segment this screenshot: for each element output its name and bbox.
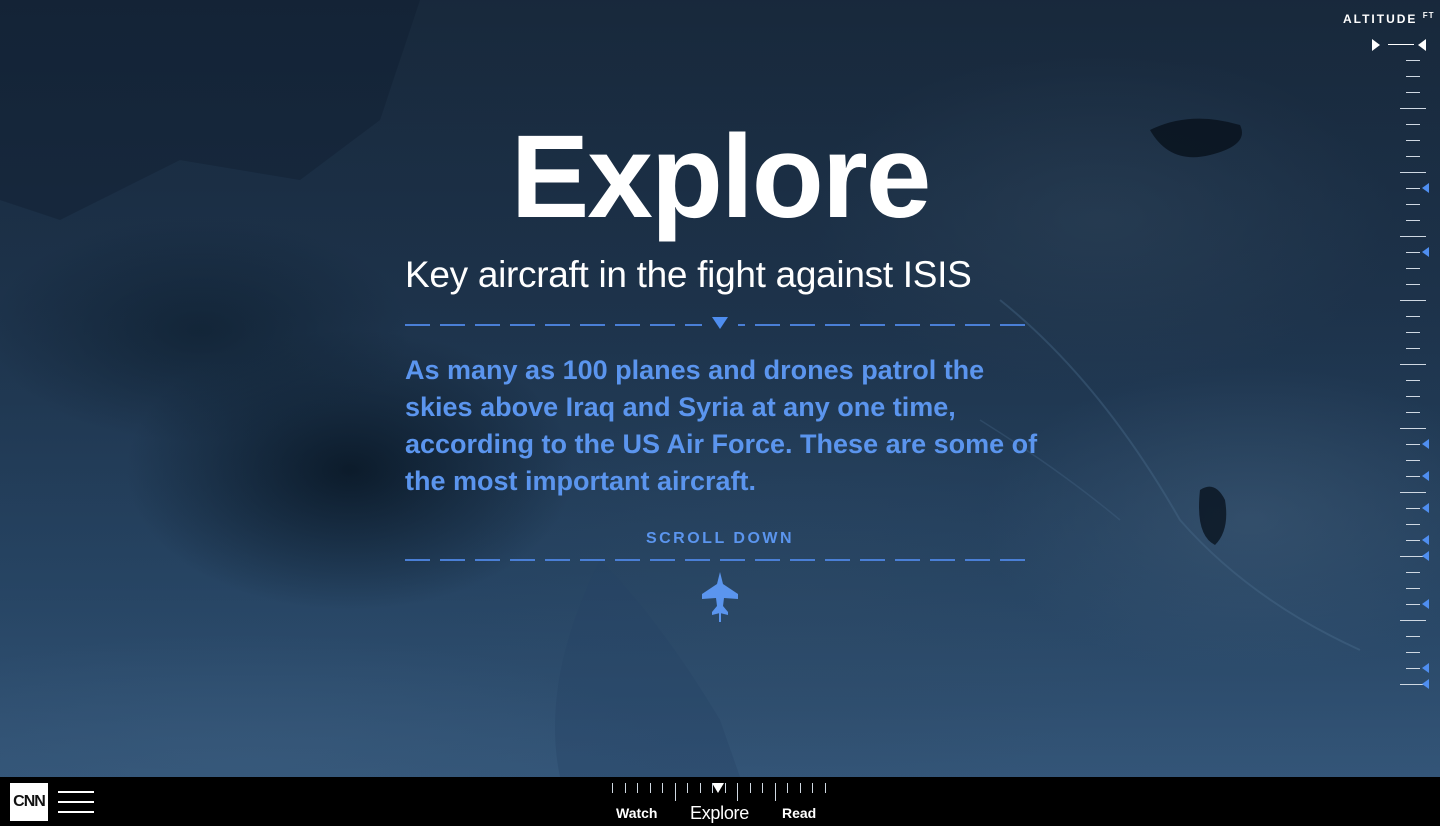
altitude-tick xyxy=(1406,220,1420,221)
altitude-tick xyxy=(1406,396,1420,397)
intro-text: As many as 100 planes and drones patrol … xyxy=(405,355,1038,496)
scrubber-tick xyxy=(712,783,713,793)
scrubber-tick xyxy=(649,783,651,793)
altitude-tick xyxy=(1406,508,1420,509)
altitude-marker-icon[interactable] xyxy=(1422,247,1429,257)
altitude-tick xyxy=(1406,188,1420,189)
altitude-tick xyxy=(1406,316,1420,317)
scrubber-tick xyxy=(699,783,701,793)
divider-bottom xyxy=(405,553,1027,567)
scrubber-tick xyxy=(624,783,626,793)
altitude-marker-icon[interactable] xyxy=(1422,183,1429,193)
altitude-tick xyxy=(1400,364,1426,365)
altitude-tick xyxy=(1400,172,1426,173)
altitude-marker-icon[interactable] xyxy=(1422,679,1429,689)
nav-explore[interactable]: Explore xyxy=(690,803,749,824)
altitude-tick xyxy=(1400,300,1426,301)
altitude-marker-icon[interactable] xyxy=(1422,535,1429,545)
altitude-tick xyxy=(1406,252,1420,253)
altitude-tick xyxy=(1400,620,1426,621)
altitude-marker-icon[interactable] xyxy=(1422,439,1429,449)
scrubber-tick xyxy=(724,783,726,793)
altitude-tick xyxy=(1406,332,1420,333)
altitude-tick xyxy=(1406,60,1420,61)
altitude-scale[interactable] xyxy=(1360,36,1440,689)
altitude-tick xyxy=(1406,604,1420,605)
footer-bar: CNN Watch Explore Read xyxy=(0,777,1440,826)
altitude-tick xyxy=(1406,284,1420,285)
altitude-marker-icon[interactable] xyxy=(1422,551,1429,561)
scrubber-tick xyxy=(637,783,638,793)
altitude-tick xyxy=(1406,588,1420,589)
scrubber-tick xyxy=(662,783,663,793)
altitude-tick xyxy=(1406,636,1420,637)
menu-icon[interactable] xyxy=(58,789,94,815)
altitude-tick xyxy=(1406,204,1420,205)
nav-watch[interactable]: Watch xyxy=(616,805,657,821)
scrubber-tick xyxy=(774,783,776,801)
altitude-tick xyxy=(1406,524,1420,525)
altitude-marker-icon[interactable] xyxy=(1422,471,1429,481)
altitude-tick xyxy=(1406,444,1420,445)
section-scrubber[interactable] xyxy=(610,781,830,801)
scrubber-tick xyxy=(687,783,688,793)
altitude-marker-icon[interactable] xyxy=(1422,503,1429,513)
scrubber-tick xyxy=(799,783,801,793)
altitude-tick xyxy=(1400,236,1426,237)
hero: Explore Key aircraft in the fight agains… xyxy=(0,0,1440,777)
scrubber-tick xyxy=(737,783,738,801)
triangle-down-icon xyxy=(712,317,728,329)
altitude-marker-icon[interactable] xyxy=(1422,663,1429,673)
altitude-label: ALTITUDE FT xyxy=(1343,11,1435,26)
nav-read[interactable]: Read xyxy=(782,805,816,821)
altitude-tick xyxy=(1406,572,1420,573)
cnn-logo[interactable]: CNN xyxy=(10,783,48,821)
scrubber-tick xyxy=(612,783,613,793)
scrubber-tick xyxy=(787,783,788,793)
altitude-tick xyxy=(1406,92,1420,93)
altitude-tick xyxy=(1406,348,1420,349)
altitude-tick xyxy=(1406,540,1420,541)
scrubber-tick xyxy=(812,783,813,793)
altitude-tick xyxy=(1406,668,1420,669)
divider-top xyxy=(405,317,1035,332)
altitude-tick xyxy=(1400,108,1426,109)
altitude-tick xyxy=(1406,476,1420,477)
altitude-tick xyxy=(1406,124,1420,125)
altitude-tick xyxy=(1406,652,1420,653)
altitude-tick xyxy=(1406,76,1420,77)
altitude-tick xyxy=(1400,428,1426,429)
scrubber-tick xyxy=(674,783,676,801)
scroll-down-link[interactable]: SCROLL DOWN xyxy=(0,530,1440,548)
scrubber-tick xyxy=(749,783,751,793)
page-title: Explore xyxy=(510,111,932,243)
scrubber-tick xyxy=(762,783,763,793)
current-section-pointer xyxy=(712,783,724,793)
altitude-tick xyxy=(1406,140,1420,141)
fighter-jet-icon[interactable] xyxy=(700,570,740,629)
altitude-tick xyxy=(1400,492,1426,493)
altitude-tick xyxy=(1406,156,1420,157)
altitude-tick xyxy=(1406,380,1420,381)
altitude-tick xyxy=(1406,268,1420,269)
altitude-tick xyxy=(1406,412,1420,413)
scrubber-tick xyxy=(824,783,826,793)
altitude-tick xyxy=(1406,460,1420,461)
altitude-marker-icon[interactable] xyxy=(1422,599,1429,609)
page-subtitle: Key aircraft in the fight against ISIS xyxy=(405,254,972,295)
